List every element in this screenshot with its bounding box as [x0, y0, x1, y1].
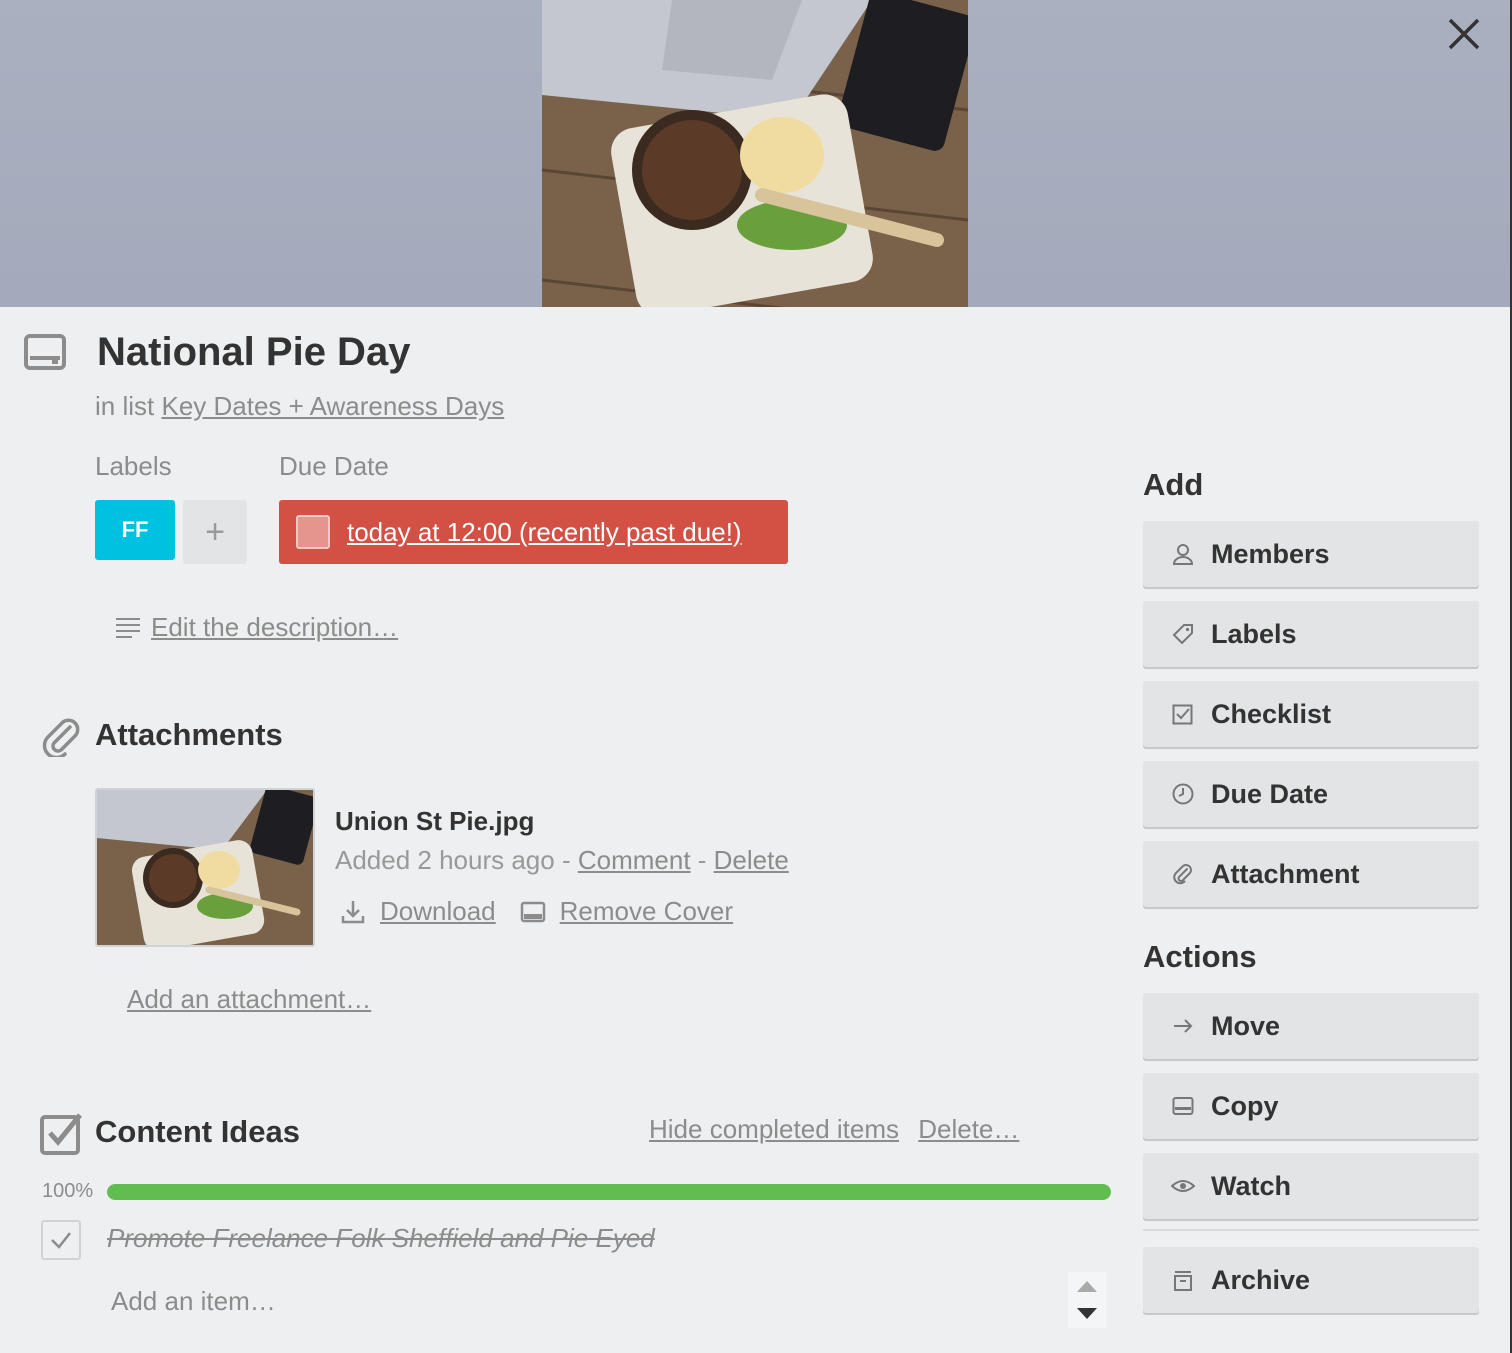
attachment-meta: Added 2 hours ago - Comment - Delete	[335, 845, 789, 876]
tag-icon	[1171, 622, 1195, 646]
attachment-button[interactable]: Attachment	[1143, 841, 1479, 907]
hide-completed-link[interactable]: Hide completed items	[649, 1114, 899, 1144]
labels-button[interactable]: Labels	[1143, 601, 1479, 667]
checklist-button[interactable]: Checklist	[1143, 681, 1479, 747]
labels-button-label: Labels	[1211, 618, 1297, 649]
move-button-label: Move	[1211, 1010, 1281, 1041]
checklist-actions: Hide completed items Delete…	[649, 1114, 1031, 1145]
checkbox-icon	[1171, 702, 1195, 726]
card-cover	[0, 0, 1512, 307]
label-ff[interactable]: FF	[95, 500, 175, 560]
labels-heading: Labels	[95, 451, 172, 481]
attachment-separator: -	[690, 845, 714, 875]
arrow-right-icon	[1171, 1014, 1195, 1038]
actions-heading: Actions	[1143, 939, 1257, 974]
due-complete-checkbox[interactable]	[296, 515, 330, 549]
attachment-actions: Download Remove Cover	[340, 896, 733, 927]
checklist-item-text[interactable]: Promote Freelance Folk Sheffield and Pie…	[107, 1223, 655, 1254]
due-date-badge[interactable]: today at 12:00 (recently past due!)	[279, 500, 788, 564]
description-icon	[116, 617, 140, 638]
attachments-heading: Attachments	[95, 717, 283, 752]
attachment-button-label: Attachment	[1211, 858, 1360, 889]
attachment-thumbnail[interactable]	[95, 788, 315, 947]
description[interactable]: Edit the description…	[115, 612, 398, 643]
checklist-progress-fill	[107, 1184, 1111, 1200]
checklist-title[interactable]: Content Ideas	[95, 1114, 300, 1150]
attachment-name: Union St Pie.jpg	[335, 806, 535, 836]
card-title[interactable]: National Pie Day	[97, 330, 410, 375]
download-icon	[341, 900, 365, 923]
download-link[interactable]: Download	[380, 896, 496, 927]
card-icon	[24, 334, 66, 375]
copy-button[interactable]: Copy	[1143, 1073, 1479, 1139]
checklist-icon	[40, 1111, 82, 1160]
list-name-link[interactable]: Key Dates + Awareness Days	[161, 391, 504, 421]
due-date-button-label: Due Date	[1211, 778, 1329, 809]
checkmark-icon	[51, 1232, 71, 1249]
checklist-item-checkbox[interactable]	[41, 1220, 81, 1260]
close-icon	[1448, 18, 1480, 50]
watch-button[interactable]: Watch	[1143, 1153, 1479, 1219]
add-label-button[interactable]: +	[183, 500, 247, 564]
eye-icon	[1171, 1174, 1195, 1198]
cover-image	[542, 0, 968, 307]
paperclip-icon	[1171, 862, 1195, 886]
checklist-progress-bar	[107, 1184, 1111, 1200]
edit-description-link[interactable]: Edit the description…	[151, 612, 398, 643]
archive-icon	[1171, 1268, 1195, 1292]
archive-button-label: Archive	[1211, 1264, 1311, 1295]
checklist-button-label: Checklist	[1211, 698, 1332, 729]
watch-button-label: Watch	[1211, 1170, 1291, 1201]
move-button[interactable]: Move	[1143, 993, 1479, 1059]
remove-cover-icon	[520, 901, 545, 922]
clock-icon	[1171, 782, 1195, 806]
members-button[interactable]: Members	[1143, 521, 1479, 587]
paperclip-icon	[40, 715, 82, 762]
due-date-button[interactable]: Due Date	[1143, 761, 1479, 827]
attachment-delete-link[interactable]: Delete	[714, 845, 789, 875]
due-date-text[interactable]: today at 12:00 (recently past due!)	[347, 517, 742, 548]
sidebar-divider	[1143, 1229, 1479, 1231]
copy-button-label: Copy	[1211, 1090, 1279, 1121]
attachment-comment-link[interactable]: Comment	[578, 845, 691, 875]
scroll-arrows[interactable]	[1068, 1272, 1106, 1328]
add-heading: Add	[1143, 467, 1204, 502]
due-date-heading: Due Date	[279, 451, 389, 481]
card-icon	[1171, 1094, 1195, 1118]
members-button-label: Members	[1211, 538, 1330, 569]
delete-checklist-link[interactable]: Delete…	[918, 1114, 1019, 1144]
remove-cover-link[interactable]: Remove Cover	[560, 896, 733, 927]
close-button[interactable]	[1444, 14, 1484, 54]
archive-button[interactable]: Archive	[1143, 1247, 1479, 1313]
add-attachment-link[interactable]: Add an attachment…	[127, 984, 371, 1015]
add-item-field[interactable]: Add an item…	[111, 1286, 276, 1317]
checklist-progress-label: 100%	[42, 1180, 94, 1202]
scroll-down-icon	[1077, 1308, 1097, 1319]
attachment-added: Added 2 hours ago -	[335, 845, 578, 875]
in-list-prefix: in list	[95, 391, 155, 421]
scroll-up-icon	[1077, 1281, 1097, 1292]
person-icon	[1171, 542, 1195, 566]
in-list-text: in list Key Dates + Awareness Days	[95, 391, 504, 422]
